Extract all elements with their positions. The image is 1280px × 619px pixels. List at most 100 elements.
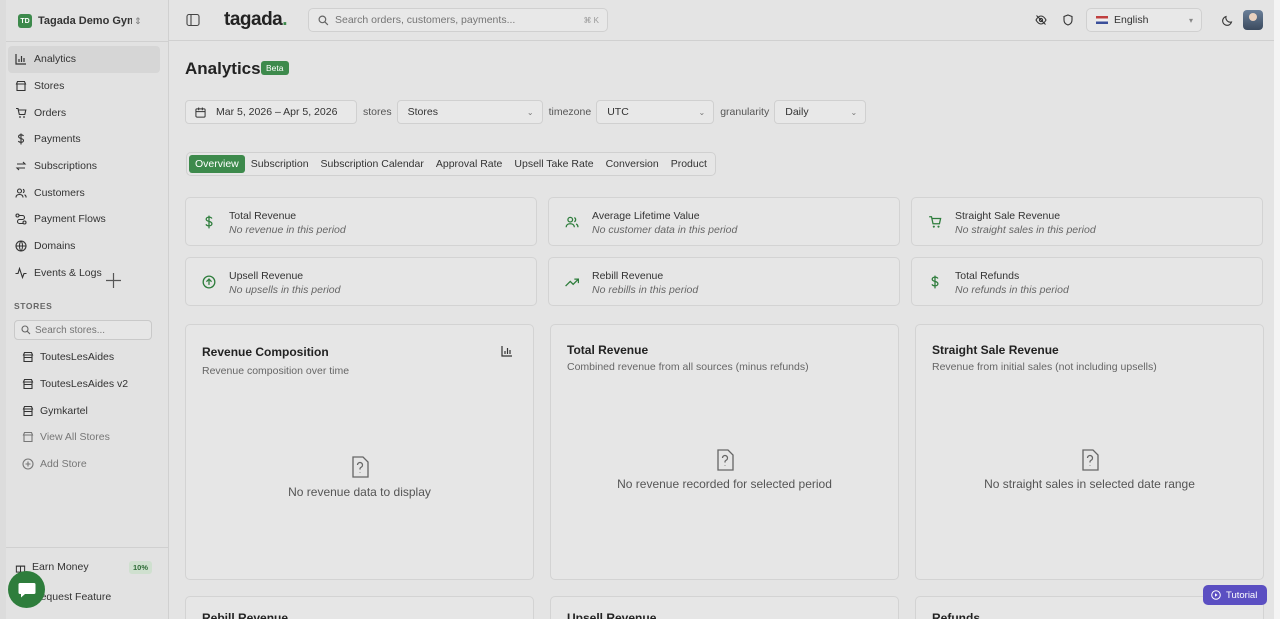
tab-product[interactable]: Product (665, 155, 713, 173)
chevron-down-icon: ⌄ (850, 108, 858, 117)
kpi-total-refunds: Total Refunds No refunds in this period (911, 257, 1263, 306)
moon-icon[interactable] (1222, 14, 1234, 26)
date-range-picker[interactable]: Mar 5, 2026 – Apr 5, 2026 (185, 100, 357, 124)
analytics-tabs: Overview Subscription Subscription Calen… (186, 152, 716, 176)
card-rebill-revenue: Rebill Revenue (185, 596, 534, 619)
org-switcher[interactable]: TD Tagada Demo Gym... ⇕ (18, 12, 150, 30)
stores-select-value: Stores (407, 106, 438, 118)
add-store-button[interactable]: Add Store (16, 451, 156, 478)
tutorial-button[interactable]: Tutorial (1203, 585, 1267, 605)
top-header: tagada. ⌘ K English ▾ (169, 0, 1274, 41)
global-search-box[interactable]: ⌘ K (308, 8, 608, 32)
sidebar-item-label: Payment Flows (34, 213, 106, 226)
timezone-select[interactable]: UTC ⌄ (596, 100, 715, 124)
kpi-subtitle: No revenue in this period (229, 224, 346, 236)
card-title: Refunds (932, 611, 980, 619)
sidebar-item-label: Stores (34, 80, 65, 93)
tab-upsell-take-rate[interactable]: Upsell Take Rate (508, 155, 599, 173)
search-icon (21, 325, 31, 335)
stores-section-label: STORES (14, 301, 53, 311)
play-circle-icon (1211, 590, 1221, 600)
chevron-updown-icon: ⇕ (134, 15, 142, 26)
tab-subscription[interactable]: Subscription (245, 155, 315, 173)
store-item-label: Gymkartel (40, 404, 88, 417)
tab-overview[interactable]: Overview (189, 155, 245, 173)
kpi-straight-sale-revenue: Straight Sale Revenue No straight sales … (911, 197, 1263, 246)
sidebar-item-label: Orders (34, 106, 67, 119)
store-item-gymkartel[interactable]: Gymkartel (16, 397, 156, 424)
card-title: Revenue Composition (202, 345, 329, 359)
chevron-down-icon: ⌄ (698, 108, 706, 117)
view-all-label: View All Stores (40, 431, 110, 444)
globe-icon (15, 240, 27, 252)
card-title: Rebill Revenue (202, 611, 289, 619)
search-icon (318, 14, 329, 25)
granularity-filter-label: granularity (720, 106, 770, 118)
store-item-touteslesaides[interactable]: ToutesLesAides (16, 344, 156, 371)
sidebar-item-domains[interactable]: Domains (8, 233, 160, 260)
tagada-logo[interactable]: tagada. (224, 9, 288, 31)
empty-state-message: No revenue data to display (288, 485, 431, 499)
tab-approval-rate[interactable]: Approval Rate (430, 155, 509, 173)
sidebar-item-payment-flows[interactable]: Payment Flows (8, 206, 160, 233)
sidebar-item-label: Payments (34, 133, 81, 146)
chevron-down-icon: ⌄ (526, 108, 534, 117)
store-search-input[interactable] (35, 324, 145, 336)
global-search-input[interactable] (335, 14, 575, 26)
sidebar-item-subscriptions[interactable]: Subscriptions (8, 153, 160, 180)
shield-icon[interactable] (1062, 14, 1074, 26)
empty-state-message: No revenue recorded for selected period (617, 477, 832, 491)
dollar-icon (17, 133, 25, 145)
card-title: Total Revenue (567, 343, 649, 357)
eye-off-icon[interactable] (1035, 14, 1047, 26)
divider (6, 41, 169, 42)
file-question-icon (352, 456, 369, 478)
dollar-icon (205, 215, 213, 229)
activity-icon (15, 266, 27, 279)
chat-support-button[interactable] (8, 571, 45, 608)
kpi-subtitle: No upsells in this period (229, 284, 341, 296)
store-item-touteslesaides-v2[interactable]: ToutesLesAides v2 (16, 371, 156, 398)
trending-up-icon (565, 278, 579, 287)
granularity-select[interactable]: Daily ⌄ (774, 100, 867, 124)
card-upsell-revenue: Upsell Revenue (550, 596, 899, 619)
timezone-filter-label: timezone (548, 106, 592, 118)
tab-subscription-calendar[interactable]: Subscription Calendar (315, 155, 430, 173)
kpi-rebill-revenue: Rebill Revenue No rebills in this period (548, 257, 900, 306)
file-question-icon (1082, 449, 1099, 471)
store-icon (22, 405, 34, 416)
date-range-value: Mar 5, 2026 – Apr 5, 2026 (216, 106, 338, 118)
cart-icon (929, 216, 942, 228)
sidebar-item-payments[interactable]: Payments (8, 126, 160, 153)
stores-select[interactable]: Stores ⌄ (396, 100, 543, 124)
timezone-select-value: UTC (607, 106, 629, 118)
empty-state-message: No straight sales in selected date range (984, 477, 1195, 491)
main-nav: Analytics Stores Orders Payments Subscri… (8, 46, 160, 286)
store-icon (22, 352, 34, 363)
kpi-average-lifetime-value: Average Lifetime Value No customer data … (548, 197, 900, 246)
view-all-stores-link[interactable]: View All Stores (16, 424, 156, 451)
user-avatar[interactable] (1243, 10, 1263, 30)
users-icon (565, 216, 579, 228)
add-store-label: Add Store (40, 458, 87, 471)
card-subtitle: Revenue from initial sales (not includin… (932, 361, 1157, 373)
bar-chart-icon[interactable] (501, 345, 513, 357)
store-search-box[interactable] (14, 320, 152, 340)
card-total-revenue: Total Revenue Combined revenue from all … (550, 324, 899, 580)
sidebar-item-label: Subscriptions (34, 160, 98, 173)
cart-icon (16, 107, 27, 118)
sidebar-item-analytics[interactable]: Analytics (8, 46, 160, 73)
sidebar-item-customers[interactable]: Customers (8, 179, 160, 206)
sidebar-toggle-icon[interactable] (186, 13, 200, 27)
sidebar-item-orders[interactable]: Orders (8, 99, 160, 126)
sidebar-item-stores[interactable]: Stores (8, 73, 160, 100)
sidebar-item-label: Customers (34, 186, 85, 199)
store-item-label: ToutesLesAides (40, 351, 115, 364)
card-subtitle: Combined revenue from all sources (minus… (567, 361, 809, 373)
granularity-select-value: Daily (785, 106, 809, 118)
language-select[interactable]: English ▾ (1086, 8, 1202, 32)
kpi-subtitle: No straight sales in this period (955, 224, 1096, 236)
card-title: Upsell Revenue (567, 611, 657, 619)
sidebar-item-events-logs[interactable]: Events & Logs (8, 260, 160, 287)
tab-conversion[interactable]: Conversion (600, 155, 665, 173)
